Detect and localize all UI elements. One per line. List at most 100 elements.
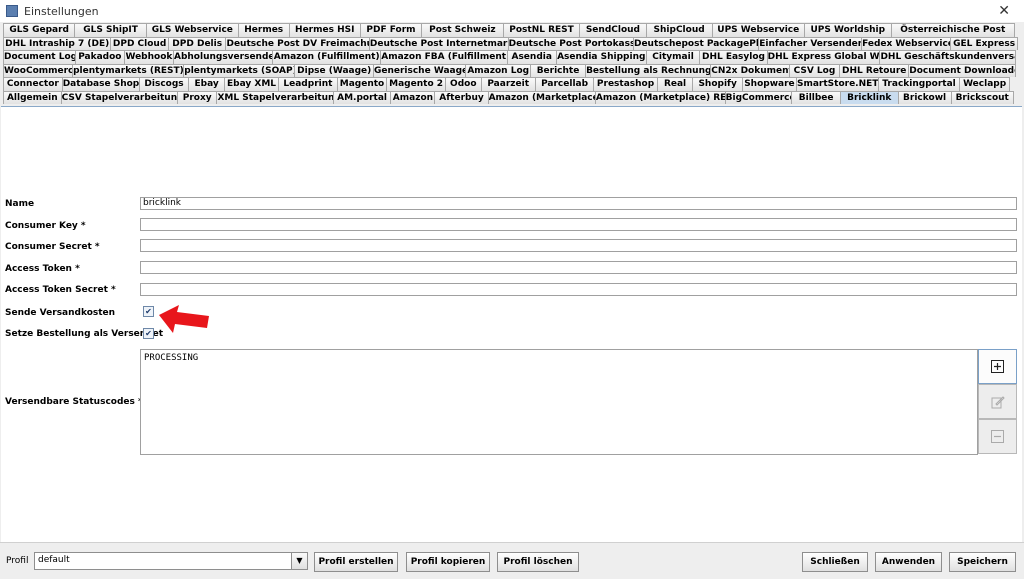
tab-dhl-express-global-ws[interactable]: DHL Express Global WS bbox=[766, 50, 881, 64]
tab-amazon-fba-fulfillment[interactable]: Amazon FBA (Fulfillment) bbox=[380, 50, 508, 64]
tab-dhl-retoure[interactable]: DHL Retoure bbox=[839, 63, 910, 77]
tab-gls-shipit[interactable]: GLS ShipIT bbox=[74, 23, 147, 37]
tab-dipse-waage[interactable]: Dipse (Waage) bbox=[294, 63, 374, 77]
tab-gls-webservice[interactable]: GLS Webservice bbox=[145, 23, 239, 37]
tab-smartstore-net[interactable]: SmartStore.NET bbox=[795, 77, 879, 91]
apply-button[interactable]: Anwenden bbox=[875, 552, 942, 572]
tab-am-portal[interactable]: AM.portal bbox=[332, 90, 392, 104]
tab-pakadoo[interactable]: Pakadoo bbox=[74, 50, 125, 64]
tab-abholungsversender[interactable]: Abholungsversender bbox=[172, 50, 274, 64]
tab-xml-stapelverarbeitung[interactable]: XML Stapelverarbeitung bbox=[216, 90, 334, 104]
tab-trackingportal[interactable]: Trackingportal bbox=[877, 77, 961, 91]
tab-paarzeit[interactable]: Paarzeit bbox=[480, 77, 536, 91]
tab-dpd-cloud[interactable]: DPD Cloud bbox=[110, 36, 169, 50]
tab-csv-log[interactable]: CSV Log bbox=[788, 63, 841, 77]
add-status-button[interactable] bbox=[978, 349, 1017, 384]
tab-shipcloud[interactable]: ShipCloud bbox=[645, 23, 713, 37]
tab-berichte[interactable]: Berichte bbox=[529, 63, 587, 77]
tab-hermes[interactable]: Hermes bbox=[237, 23, 290, 37]
tab-cn2x-dokument[interactable]: CN2x Dokument bbox=[710, 63, 790, 77]
tab-sterreichische-post[interactable]: Österreichische Post bbox=[890, 23, 1015, 37]
send-shipping-checkbox[interactable]: ✔ bbox=[143, 306, 154, 317]
tab-shopify[interactable]: Shopify bbox=[692, 77, 743, 91]
tab-amazon-fulfillment[interactable]: Amazon (Fulfillment) bbox=[272, 50, 382, 64]
tab-real[interactable]: Real bbox=[656, 77, 694, 91]
tab-amazon-marketplace[interactable]: Amazon (Marketplace) bbox=[487, 90, 596, 104]
tab-prestashop[interactable]: Prestashop bbox=[593, 77, 658, 91]
chevron-down-icon[interactable]: ▼ bbox=[291, 553, 307, 569]
profile-select[interactable]: default ▼ bbox=[34, 552, 308, 570]
tab-bestellung-als-rechnung[interactable]: Bestellung als Rechnung bbox=[585, 63, 712, 77]
tab-afterbuy[interactable]: Afterbuy bbox=[434, 90, 489, 104]
tab-document-log[interactable]: Document Log bbox=[3, 50, 76, 64]
access-token-field[interactable] bbox=[140, 261, 1017, 274]
tab-ebay[interactable]: Ebay bbox=[188, 77, 225, 91]
tab-postnl-rest[interactable]: PostNL REST bbox=[502, 23, 581, 37]
tab-deutsche-post-portokasse[interactable]: Deutsche Post Portokasse bbox=[507, 36, 634, 50]
tab-asendia-shipping[interactable]: Asendia Shipping bbox=[555, 50, 647, 64]
tab-dhl-easylog[interactable]: DHL Easylog bbox=[699, 50, 768, 64]
tab-amazon-log[interactable]: Amazon Log bbox=[465, 63, 531, 77]
edit-status-button[interactable] bbox=[978, 384, 1017, 419]
tab-plentymarkets-rest[interactable]: plentymarkets (REST) bbox=[72, 63, 185, 77]
tab-connector[interactable]: Connector bbox=[3, 77, 63, 91]
tab-bricklink[interactable]: Bricklink bbox=[839, 90, 899, 104]
copy-profile-button[interactable]: Profil kopieren bbox=[406, 552, 490, 572]
consumer-key-field[interactable] bbox=[140, 218, 1017, 231]
tab-ups-worldship[interactable]: UPS Worldship bbox=[803, 23, 892, 37]
tab-ebay-xml[interactable]: Ebay XML bbox=[223, 77, 280, 91]
tab-hermes-hsi[interactable]: Hermes HSI bbox=[288, 23, 361, 37]
name-field[interactable]: bricklink bbox=[140, 197, 1017, 210]
tab-generische-waage[interactable]: Generische Waage bbox=[372, 63, 467, 77]
tab-ups-webservice[interactable]: UPS Webservice bbox=[711, 23, 805, 37]
tab-billbee[interactable]: Billbee bbox=[791, 90, 841, 104]
close-icon[interactable]: ✕ bbox=[998, 3, 1010, 19]
tab-magento-2[interactable]: Magento 2 bbox=[386, 77, 446, 91]
tab-asendia[interactable]: Asendia bbox=[506, 50, 557, 64]
close-button[interactable]: Schließen bbox=[802, 552, 868, 572]
tab-deutsche-post-internetmarke[interactable]: Deutsche Post Internetmarke bbox=[368, 36, 509, 50]
delete-profile-button[interactable]: Profil löschen bbox=[497, 552, 579, 572]
tab-parcellab[interactable]: Parcellab bbox=[534, 77, 595, 91]
tab-dpd-delis[interactable]: DPD Delis bbox=[167, 36, 227, 50]
status-codes-list[interactable]: PROCESSING bbox=[140, 349, 978, 455]
save-button[interactable]: Speichern bbox=[949, 552, 1016, 572]
tab-proxy[interactable]: Proxy bbox=[176, 90, 218, 104]
tab-bigcommerce[interactable]: BigCommerce bbox=[724, 90, 793, 104]
tab-dhl-gesch-ftskundenversand[interactable]: DHL Geschäftskundenversand bbox=[879, 50, 1016, 64]
tab-brickscout[interactable]: Brickscout bbox=[950, 90, 1014, 104]
consumer-secret-field[interactable] bbox=[140, 239, 1017, 252]
tab-shopware[interactable]: Shopware bbox=[741, 77, 797, 91]
tab-allgemein[interactable]: Allgemein bbox=[3, 90, 62, 104]
tab-magento[interactable]: Magento bbox=[336, 77, 388, 91]
tab-fedex-webservice[interactable]: Fedex Webservice bbox=[861, 36, 952, 50]
tab-odoo[interactable]: Odoo bbox=[444, 77, 482, 91]
tab-discogs[interactable]: Discogs bbox=[138, 77, 190, 91]
remove-status-button[interactable] bbox=[978, 419, 1017, 454]
tab-woocommerce[interactable]: WooCommerce bbox=[3, 63, 74, 77]
tab-dhl-intraship-7-de[interactable]: DHL Intraship 7 (DE) bbox=[3, 36, 112, 50]
tab-brickowl[interactable]: Brickowl bbox=[897, 90, 952, 104]
tab-document-downloader[interactable]: Document Downloader bbox=[908, 63, 1016, 77]
tab-pdf-form[interactable]: PDF Form bbox=[359, 23, 423, 37]
tab-amazon[interactable]: Amazon bbox=[390, 90, 436, 104]
tab-gls-gepard[interactable]: GLS Gepard bbox=[3, 23, 76, 37]
tab-sendcloud[interactable]: SendCloud bbox=[579, 23, 647, 37]
tab-plentymarkets-soap[interactable]: plentymarkets (SOAP) bbox=[183, 63, 296, 77]
tab-gel-express[interactable]: GEL Express bbox=[950, 36, 1018, 50]
create-profile-button[interactable]: Profil erstellen bbox=[314, 552, 398, 572]
tab-csv-stapelverarbeitung[interactable]: CSV Stapelverarbeitung bbox=[60, 90, 178, 104]
tab-webhook[interactable]: Webhook bbox=[123, 50, 174, 64]
tab-leadprint[interactable]: Leadprint bbox=[278, 77, 338, 91]
tab-weclapp[interactable]: Weclapp bbox=[959, 77, 1010, 91]
status-code-item[interactable]: PROCESSING bbox=[144, 353, 974, 363]
tab-deutschepost-packageplus[interactable]: Deutschepost PackagePlus bbox=[632, 36, 760, 50]
tab-einfacher-versender[interactable]: Einfacher Versender bbox=[758, 36, 863, 50]
tab-citymail[interactable]: Citymail bbox=[645, 50, 701, 64]
tab-post-schweiz[interactable]: Post Schweiz bbox=[421, 23, 504, 37]
tab-deutsche-post-dv-freimachung[interactable]: Deutsche Post DV Freimachung bbox=[225, 36, 370, 50]
set-shipped-checkbox[interactable]: ✔ bbox=[143, 328, 154, 339]
access-token-secret-field[interactable] bbox=[140, 283, 1017, 296]
tab-database-shop[interactable]: Database Shop bbox=[61, 77, 140, 91]
tab-amazon-marketplace-rest[interactable]: Amazon (Marketplace) REST bbox=[594, 90, 726, 104]
